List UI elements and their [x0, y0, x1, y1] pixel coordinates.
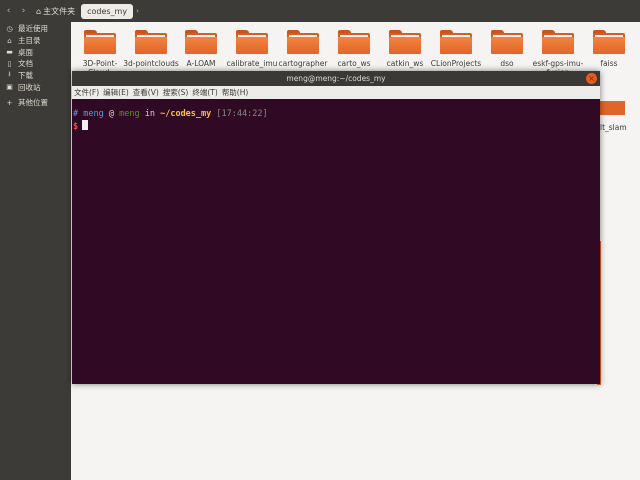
folder-item[interactable]: carto_ws: [325, 30, 383, 68]
file-manager-header: ‹ › ⌂ 主文件夹 codes_my ›: [0, 0, 640, 22]
sidebar-item-desktop[interactable]: ▬ 桌面: [0, 46, 71, 58]
prompt-at: @: [108, 109, 114, 119]
folder-icon: [236, 30, 268, 54]
folder-icon: ▬: [6, 48, 13, 57]
breadcrumb-current[interactable]: codes_my: [81, 3, 134, 19]
back-button[interactable]: ‹: [2, 3, 15, 19]
menu-search[interactable]: 搜索(S): [163, 87, 189, 98]
menu-file[interactable]: 文件(F): [74, 87, 99, 98]
prompt-info-line: # meng @ meng in ~/codes_my [17:44:22]: [73, 109, 600, 120]
prompt-in: in: [144, 109, 155, 119]
terminal-output[interactable]: # meng @ meng in ~/codes_my [17:44:22] $: [72, 99, 600, 133]
menu-edit[interactable]: 编辑(E): [103, 87, 129, 98]
folder-name: A-LOAM: [186, 59, 216, 68]
folder-icon: [389, 30, 421, 54]
home-icon: ⌂: [36, 6, 42, 16]
folder-icon: [185, 30, 217, 54]
folder-name: carto_ws: [337, 59, 371, 68]
prompt-time: [17:44:22]: [216, 109, 268, 119]
folder-icon: [491, 30, 523, 54]
folder-item[interactable]: faiss: [580, 30, 638, 68]
folder-item[interactable]: calibrate_imu: [223, 30, 281, 68]
folder-item[interactable]: eskf-gps-imu-fusion: [529, 30, 587, 77]
plus-icon: +: [6, 98, 13, 107]
folder-icon: [338, 30, 370, 54]
folder-name: CLionProjects: [430, 59, 482, 68]
download-icon: ⭳: [8, 70, 11, 79]
terminal-title: meng@meng:~/codes_my: [286, 74, 386, 83]
sidebar: ◷ 最近使用 ⌂ 主目录 ▬ 桌面 ▯ 文档 ⭳ 下载 ▣ 回收站 + 其他位置: [0, 22, 71, 480]
folder-name: catkin_ws: [386, 59, 424, 68]
prompt-host: meng: [119, 109, 140, 119]
folder-icon: [542, 30, 574, 54]
folder-name: cartographer: [278, 59, 328, 68]
home-icon: ⌂: [7, 36, 12, 45]
folder-icon: [599, 101, 625, 115]
sidebar-item-home[interactable]: ⌂ 主目录: [0, 35, 71, 47]
sidebar-item-other-locations[interactable]: + 其他位置: [0, 97, 71, 109]
prompt-dollar: $: [73, 122, 79, 132]
sidebar-item-label: 主目录: [18, 36, 41, 46]
folder-item[interactable]: cartographer: [274, 30, 332, 68]
prompt-hash: #: [73, 109, 79, 119]
folder-item[interactable]: catkin_ws: [376, 30, 434, 68]
forward-button[interactable]: ›: [17, 3, 30, 19]
folder-item[interactable]: A-LOAM: [172, 30, 230, 68]
folder-icon: [135, 30, 167, 54]
prompt-user: meng: [83, 109, 104, 119]
terminal-menubar: 文件(F) 编辑(E) 查看(V) 搜索(S) 终端(T) 帮助(H): [72, 86, 600, 99]
chevron-right-icon: ›: [21, 6, 26, 16]
folder-name: dso: [500, 59, 514, 68]
close-button[interactable]: ×: [586, 73, 597, 84]
trash-icon: ▣: [6, 83, 13, 92]
prompt-input-line[interactable]: $: [73, 120, 600, 133]
folder-item[interactable]: 3D-Point-Cloud-: [71, 30, 129, 77]
sidebar-item-downloads[interactable]: ⭳ 下载: [0, 70, 71, 82]
sidebar-item-label: 最近使用: [18, 24, 48, 34]
folder-item[interactable]: CLionProjects: [427, 30, 485, 68]
terminal-window[interactable]: meng@meng:~/codes_my × 文件(F) 编辑(E) 查看(V)…: [72, 71, 600, 384]
sidebar-item-documents[interactable]: ▯ 文档: [0, 58, 71, 70]
close-icon: ×: [588, 74, 595, 83]
prompt-path: ~/codes_my: [160, 109, 212, 119]
terminal-titlebar[interactable]: meng@meng:~/codes_my ×: [72, 71, 600, 86]
sidebar-item-label: 回收站: [18, 82, 41, 92]
folder-icon: [84, 30, 116, 54]
text-cursor: [82, 120, 89, 130]
menu-view[interactable]: 查看(V): [133, 87, 159, 98]
clock-icon: ◷: [6, 24, 13, 33]
folder-name: lt_slam: [600, 123, 627, 132]
breadcrumb-home-label: 主文件夹: [43, 6, 76, 16]
sidebar-item-label: 其他位置: [18, 98, 48, 108]
folder-name: faiss: [600, 59, 618, 68]
folder-item[interactable]: dso: [478, 30, 536, 68]
folder-icon: [593, 30, 625, 54]
sidebar-item-label: 桌面: [18, 47, 33, 57]
menu-terminal[interactable]: 终端(T): [192, 87, 217, 98]
folder-icon: [287, 30, 319, 54]
breadcrumb-home[interactable]: ⌂ 主文件夹: [33, 3, 78, 19]
folder-icon: [440, 30, 472, 54]
document-icon: ▯: [7, 59, 12, 68]
sidebar-item-recent[interactable]: ◷ 最近使用: [0, 23, 71, 35]
folder-name: calibrate_imu: [226, 59, 278, 68]
sidebar-item-label: 下载: [18, 71, 33, 81]
chevron-right-icon[interactable]: ›: [136, 7, 139, 15]
menu-help[interactable]: 帮助(H): [222, 87, 249, 98]
sidebar-item-label: 文档: [18, 59, 33, 69]
sidebar-item-trash[interactable]: ▣ 回收站: [0, 81, 71, 93]
chevron-left-icon: ‹: [6, 6, 11, 16]
